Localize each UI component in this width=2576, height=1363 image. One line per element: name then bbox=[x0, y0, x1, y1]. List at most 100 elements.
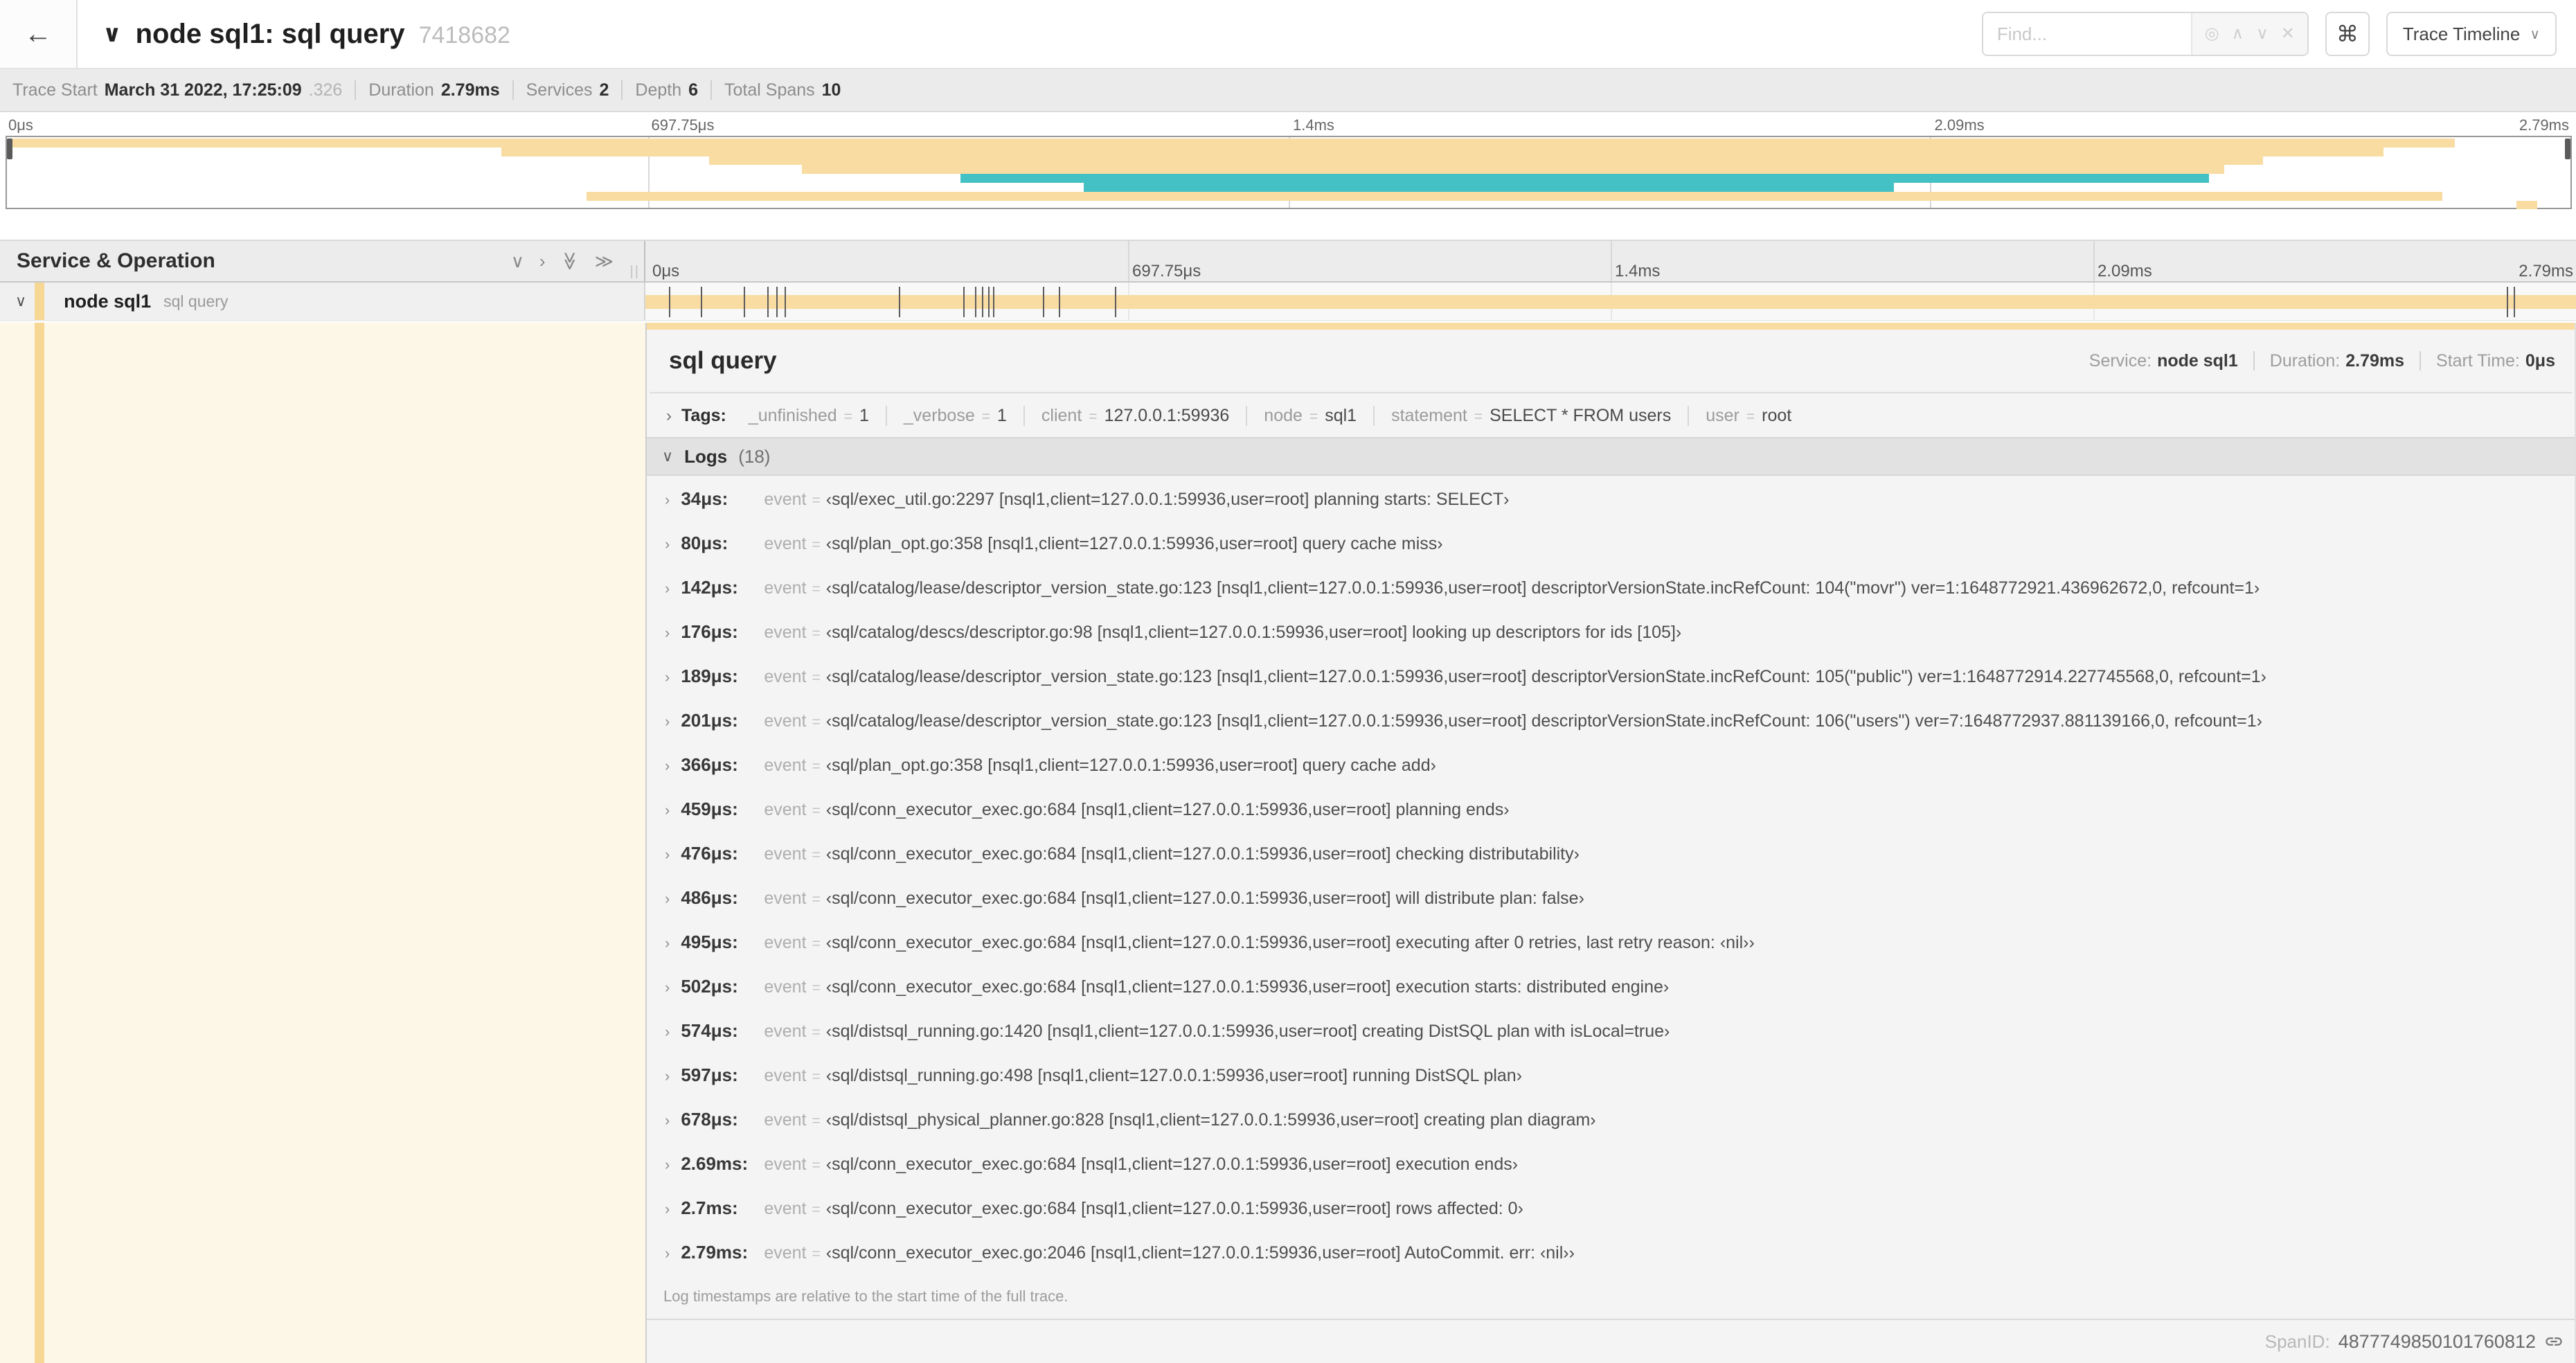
log-marker-tick bbox=[784, 287, 786, 317]
log-entry[interactable]: › 142μs: event = ‹sql/catalog/lease/descript… bbox=[647, 564, 2575, 609]
find-box: ◎ ∧ ∨ ✕ bbox=[1981, 12, 2309, 56]
back-button[interactable]: ← bbox=[0, 0, 78, 68]
log-entry[interactable]: › 201μs: event = ‹sql/catalog/lease/descript… bbox=[647, 697, 2575, 742]
collapse-all-icon[interactable]: ≫ bbox=[560, 251, 580, 270]
minimap-span-bar bbox=[801, 165, 2225, 175]
link-icon[interactable] bbox=[2544, 1332, 2564, 1351]
ruler-tick-label: 1.4ms bbox=[1293, 116, 1334, 134]
span-detail-panel: sql query Service: node sql1 Duration: 2… bbox=[645, 323, 2576, 1363]
ruler-tick-label: 0μs bbox=[652, 262, 680, 280]
chevron-right-icon: › bbox=[665, 934, 670, 952]
log-entry[interactable]: › 597μs: event = ‹sql/distsql_running.go:498… bbox=[647, 1052, 2575, 1096]
total-spans-stat: Total Spans 10 bbox=[724, 80, 841, 100]
tags-row[interactable]: › Tags: _unfinished = 1 _verbose = 1 client =… bbox=[647, 393, 2575, 437]
log-entry[interactable]: › 2.69ms: event = ‹sql/conn_executor_exec.go… bbox=[647, 1141, 2575, 1185]
tag-item: statement = SELECT * FROM users bbox=[1373, 406, 1688, 426]
services-stat: Services 2 bbox=[526, 80, 609, 100]
log-entry[interactable]: › 678μs: event = ‹sql/distsql_physical_plann… bbox=[647, 1096, 2575, 1141]
tag-item: node = sql1 bbox=[1246, 406, 1373, 426]
expand-all-icon[interactable]: ≫ bbox=[595, 252, 614, 270]
title-area: ∨ node sql1: sql query 7418682 bbox=[78, 19, 1982, 50]
log-entry[interactable]: › 495μs: event = ‹sql/conn_executor_exec.go:… bbox=[647, 919, 2575, 963]
log-entry[interactable]: › 476μs: event = ‹sql/conn_executor_exec.go:… bbox=[647, 830, 2575, 875]
viewport-drag-handle-left[interactable] bbox=[7, 139, 12, 159]
tag-item: user = root bbox=[1688, 406, 1808, 426]
collapse-one-icon[interactable]: ∨ bbox=[511, 252, 524, 270]
log-entry[interactable]: › 502μs: event = ‹sql/conn_executor_exec.go:… bbox=[647, 963, 2575, 1008]
chevron-down-icon[interactable]: ∨ bbox=[102, 20, 122, 48]
divider bbox=[355, 80, 357, 100]
minimap-span-bar bbox=[7, 139, 2456, 148]
divider bbox=[2253, 351, 2255, 371]
trace-id: 7418682 bbox=[418, 21, 510, 48]
log-entry[interactable]: › 574μs: event = ‹sql/distsql_running.go:142… bbox=[647, 1008, 2575, 1052]
span-detail-area: sql query Service: node sql1 Duration: 2… bbox=[0, 323, 2576, 1363]
expand-one-icon[interactable]: › bbox=[539, 252, 546, 270]
chevron-down-icon[interactable]: ∨ bbox=[2256, 26, 2269, 42]
log-entry[interactable]: › 2.79ms: event = ‹sql/conn_executor_exec.go… bbox=[647, 1229, 2575, 1274]
chevron-right-icon: › bbox=[665, 890, 670, 907]
divider bbox=[512, 80, 514, 100]
log-timestamps-note: Log timestamps are relative to the start… bbox=[663, 1288, 1068, 1305]
chevron-right-icon: › bbox=[665, 1023, 670, 1040]
locate-icon[interactable]: ◎ bbox=[2205, 26, 2219, 42]
find-input[interactable] bbox=[1983, 13, 2191, 55]
chevron-right-icon: › bbox=[665, 580, 670, 597]
logs-count: (18) bbox=[738, 445, 771, 467]
chevron-right-icon: › bbox=[665, 1112, 670, 1129]
log-marker-tick bbox=[776, 287, 778, 317]
log-entry[interactable]: › 80μs: event = ‹sql/plan_opt.go:358 [nsql1,… bbox=[647, 520, 2575, 564]
column-resizer-grip[interactable]: || bbox=[630, 264, 640, 280]
chevron-up-icon[interactable]: ∧ bbox=[2232, 26, 2244, 42]
find-controls: ◎ ∧ ∨ ✕ bbox=[2190, 13, 2307, 55]
log-entry[interactable]: › 34μs: event = ‹sql/exec_util.go:2297 [nsql… bbox=[647, 476, 2575, 520]
detail-left-gutter bbox=[0, 323, 645, 1363]
span-bar-cell[interactable] bbox=[645, 283, 2576, 320]
ruler-tick-label: 697.75μs bbox=[651, 116, 715, 134]
chevron-right-icon: › bbox=[665, 979, 670, 996]
chevron-down-icon: ∨ bbox=[2530, 26, 2540, 42]
span-detail-meta: Service: node sql1 Duration: 2.79ms Star… bbox=[2088, 350, 2555, 371]
log-marker-tick bbox=[743, 287, 745, 317]
log-marker-tick bbox=[974, 287, 976, 317]
log-entry[interactable]: › 459μs: event = ‹sql/conn_executor_exec.go:… bbox=[647, 786, 2575, 830]
span-id-value: 4877749850101760812 bbox=[2338, 1330, 2536, 1352]
trace-view-label: Trace Timeline bbox=[2402, 23, 2521, 44]
span-duration-bar[interactable] bbox=[645, 295, 2576, 309]
log-entry[interactable]: › 486μs: event = ‹sql/conn_executor_exec.go:… bbox=[647, 875, 2575, 919]
log-marker-tick bbox=[2514, 287, 2516, 317]
trace-minimap[interactable] bbox=[6, 136, 2572, 210]
span-name-cell[interactable]: ∨ node sql1 sql query bbox=[0, 283, 645, 320]
back-arrow-icon: ← bbox=[24, 18, 52, 49]
log-marker-tick bbox=[987, 287, 990, 317]
log-entry[interactable]: › 2.7ms: event = ‹sql/conn_executor_exec.go:… bbox=[647, 1185, 2575, 1229]
chevron-down-icon: ∨ bbox=[662, 447, 674, 465]
log-marker-tick bbox=[668, 287, 670, 317]
span-operation-name: sql query bbox=[163, 292, 229, 310]
log-marker-tick bbox=[767, 287, 769, 317]
log-entry[interactable]: › 189μs: event = ‹sql/catalog/lease/descript… bbox=[647, 653, 2575, 697]
span-detail-title: sql query bbox=[669, 347, 777, 374]
chevron-right-icon: › bbox=[665, 1067, 670, 1085]
chevron-right-icon: › bbox=[665, 1200, 670, 1218]
header-controls: ◎ ∧ ∨ ✕ ⌘ Trace Timeline ∨ bbox=[1981, 12, 2576, 56]
log-marker-tick bbox=[992, 287, 994, 317]
keyboard-shortcuts-button[interactable]: ⌘ bbox=[2325, 12, 2370, 56]
minimap-span-bar bbox=[501, 147, 2383, 157]
trace-timeline-page: ← ∨ node sql1: sql query 7418682 ◎ ∧ ∨ ✕… bbox=[0, 0, 2576, 1363]
log-entry[interactable]: › 366μs: event = ‹sql/plan_opt.go:358 [nsql1… bbox=[647, 742, 2575, 786]
logs-section-header[interactable]: ∨ Logs (18) bbox=[647, 437, 2575, 476]
duration-stat: Duration 2.79ms bbox=[368, 80, 500, 100]
collapse-controls: ∨ › ≫ ≫ bbox=[511, 241, 614, 281]
log-entry[interactable]: › 176μs: event = ‹sql/catalog/descs/descript… bbox=[647, 609, 2575, 653]
span-detail-header: sql query Service: node sql1 Duration: 2… bbox=[650, 330, 2572, 393]
chevron-right-icon: › bbox=[665, 535, 670, 553]
chevron-down-icon[interactable]: ∨ bbox=[15, 292, 26, 310]
viewport-drag-handle-right[interactable] bbox=[2565, 139, 2570, 159]
service-operation-header: Service & Operation ∨ › ≫ ≫ || bbox=[0, 241, 645, 281]
close-icon[interactable]: ✕ bbox=[2281, 26, 2295, 42]
trace-view-selector[interactable]: Trace Timeline ∨ bbox=[2386, 12, 2557, 56]
minimap-span-bar bbox=[1083, 183, 1894, 192]
log-marker-tick bbox=[963, 287, 965, 317]
log-marker-tick bbox=[700, 287, 702, 317]
